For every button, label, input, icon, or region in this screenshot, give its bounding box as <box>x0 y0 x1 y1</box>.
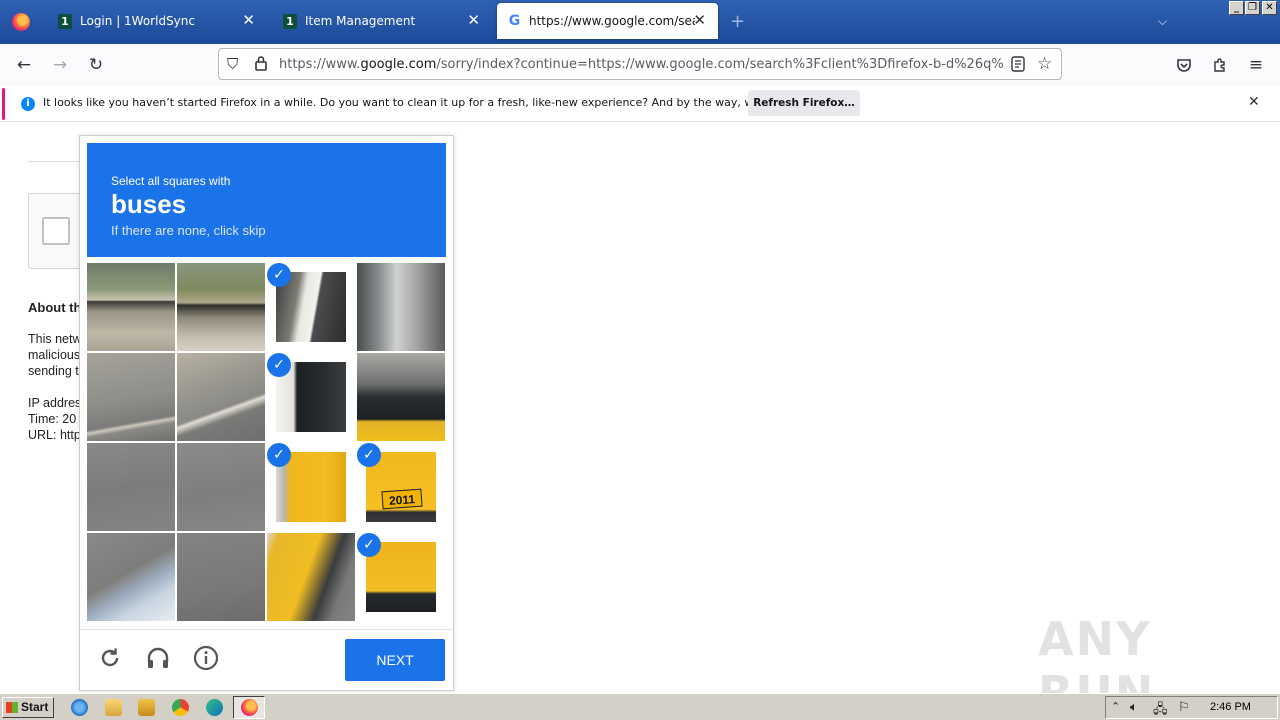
hamburger-menu-icon[interactable]: ≡ <box>1245 54 1267 76</box>
network-icon[interactable]: 🖧︎ <box>1153 700 1168 720</box>
challenge-tile[interactable] <box>267 533 355 621</box>
tab-title: Login | 1WorldSync <box>80 14 195 28</box>
challenge-tile[interactable] <box>87 353 175 441</box>
pocket-icon[interactable] <box>1173 54 1195 76</box>
internet-explorer-icon[interactable] <box>71 699 88 716</box>
challenge-tile-selected[interactable]: ✓ 2011 <box>357 443 445 531</box>
challenge-tile-selected[interactable]: ✓ <box>267 443 355 531</box>
tab-strip: 1 Login | 1WorldSync ✕ 1 Item Management… <box>0 0 1280 44</box>
clock[interactable]: 2:46 PM <box>1210 701 1251 713</box>
url-text[interactable]: https://www.google.com/sorry/index?conti… <box>279 57 1005 72</box>
reader-view-icon[interactable] <box>1011 56 1025 76</box>
url-prefix: https://www. <box>279 57 361 72</box>
close-icon[interactable]: ✕ <box>242 11 255 29</box>
recaptcha-checkbox[interactable] <box>42 217 70 245</box>
challenge-tile[interactable] <box>357 353 445 441</box>
challenge-tile[interactable] <box>177 533 265 621</box>
close-icon[interactable]: ✕ <box>467 11 480 29</box>
folder-icon[interactable] <box>105 699 122 716</box>
page-text-line: sending t <box>28 364 79 378</box>
close-icon[interactable]: ✕ <box>693 11 706 29</box>
new-tab-plus-icon[interactable]: + <box>730 11 745 32</box>
challenge-target: buses <box>111 189 187 219</box>
lock-icon[interactable] <box>254 55 268 75</box>
system-tray: ⌃ 🔈︎ 🖧︎ ⚐ 2:46 PM <box>1105 696 1278 719</box>
firefox-icon <box>12 13 30 31</box>
tab-login-1worldsync[interactable]: 1 Login | 1WorldSync ✕ <box>45 3 267 39</box>
checkmark-icon: ✓ <box>267 443 291 467</box>
minimize-icon[interactable]: _ <box>1229 1 1244 15</box>
firefox-icon <box>241 699 258 716</box>
flag-icon[interactable]: ⚐ <box>1178 700 1190 715</box>
forward-arrow-icon[interactable]: → <box>49 54 71 76</box>
challenge-tile[interactable] <box>87 263 175 351</box>
taskbar-firefox-button[interactable] <box>233 696 265 719</box>
shield-icon[interactable]: ⛉ <box>227 55 238 73</box>
tab-item-management[interactable]: 1 Item Management ✕ <box>270 3 492 39</box>
checkmark-icon: ✓ <box>267 353 291 377</box>
chrome-icon[interactable] <box>172 699 189 716</box>
tab-google-search[interactable]: G https://www.google.com/search?c ✕ <box>497 3 718 39</box>
page-text-line: This netw <box>28 332 82 346</box>
bus-number-label: 2011 <box>381 488 423 510</box>
checkmark-icon: ✓ <box>357 443 381 467</box>
tab-title: Item Management <box>305 14 416 28</box>
challenge-tile[interactable] <box>87 533 175 621</box>
page-text-line: URL: http <box>28 428 81 442</box>
edge-icon[interactable] <box>206 699 223 716</box>
challenge-instruction: Select all squares with <box>111 174 231 188</box>
extensions-puzzle-icon[interactable] <box>1209 54 1231 76</box>
info-icon: i <box>21 97 35 111</box>
notification-message: It looks like you haven’t started Firefo… <box>43 96 828 109</box>
challenge-tile-selected[interactable]: ✓ <box>267 353 355 441</box>
page-text-line: IP addres <box>28 396 82 410</box>
navigation-toolbar: ← → ↻ ⛉ https://www.google.com/sorry/ind… <box>0 44 1280 86</box>
page-text-line: malicious <box>28 348 81 362</box>
challenge-tile[interactable] <box>87 443 175 531</box>
start-button[interactable]: Start <box>2 697 54 718</box>
firefox-view-button[interactable] <box>0 0 42 44</box>
1worldsync-favicon-icon: 1 <box>283 13 297 29</box>
about-heading: About th <box>28 300 82 315</box>
refresh-firefox-button[interactable]: Refresh Firefox… <box>748 90 860 116</box>
recaptcha-challenge: Select all squares with buses If there a… <box>79 135 454 691</box>
challenge-header: Select all squares with buses If there a… <box>87 143 446 257</box>
challenge-tile[interactable] <box>357 263 445 351</box>
media-player-icon[interactable] <box>138 699 155 716</box>
url-path: /sorry/index?continue=https://www.google… <box>436 57 1005 72</box>
chevron-down-icon[interactable]: ⌵ <box>1158 14 1167 29</box>
address-bar[interactable]: ⛉ https://www.google.com/sorry/index?con… <box>218 48 1062 80</box>
speaker-icon[interactable]: 🔈︎ <box>1130 700 1138 715</box>
start-label: Start <box>21 700 49 714</box>
challenge-tile[interactable] <box>177 263 265 351</box>
url-domain: google.com <box>360 57 437 72</box>
taskbar: Start ⌃ 🔈︎ 🖧︎ ⚐ 2:46 PM <box>0 693 1280 720</box>
challenge-hint: If there are none, click skip <box>111 223 266 238</box>
challenge-tile-selected[interactable]: ✓ <box>267 263 355 351</box>
google-favicon-icon: G <box>508 13 521 29</box>
next-button[interactable]: NEXT <box>345 639 445 681</box>
headphones-audio-icon[interactable] <box>144 644 172 672</box>
checkmark-icon: ✓ <box>357 533 381 557</box>
info-circle-icon[interactable] <box>192 644 220 672</box>
bookmark-star-icon[interactable]: ☆ <box>1037 54 1052 74</box>
challenge-footer: NEXT <box>80 629 453 690</box>
challenge-tile-selected[interactable]: ✓ <box>357 533 445 621</box>
back-arrow-icon[interactable]: ← <box>13 54 35 76</box>
reload-challenge-icon[interactable] <box>96 644 124 672</box>
notification-bar: i It looks like you haven’t started Fire… <box>0 86 1280 122</box>
page-text-line: Time: 20 <box>28 412 77 426</box>
reload-icon[interactable]: ↻ <box>85 54 107 76</box>
1worldsync-favicon-icon: 1 <box>58 13 72 29</box>
notification-accent <box>2 88 5 120</box>
restore-icon[interactable]: ❐ <box>1245 1 1260 15</box>
chevron-up-icon[interactable]: ⌃ <box>1111 700 1120 713</box>
close-icon[interactable]: ✕ <box>1248 94 1260 110</box>
window-close-icon[interactable]: ✕ <box>1262 1 1277 15</box>
challenge-tile[interactable] <box>177 443 265 531</box>
checkmark-icon: ✓ <box>267 263 291 287</box>
challenge-tile[interactable] <box>177 353 265 441</box>
windows-flag-icon <box>6 702 18 713</box>
tab-title: https://www.google.com/search?c <box>529 14 695 28</box>
